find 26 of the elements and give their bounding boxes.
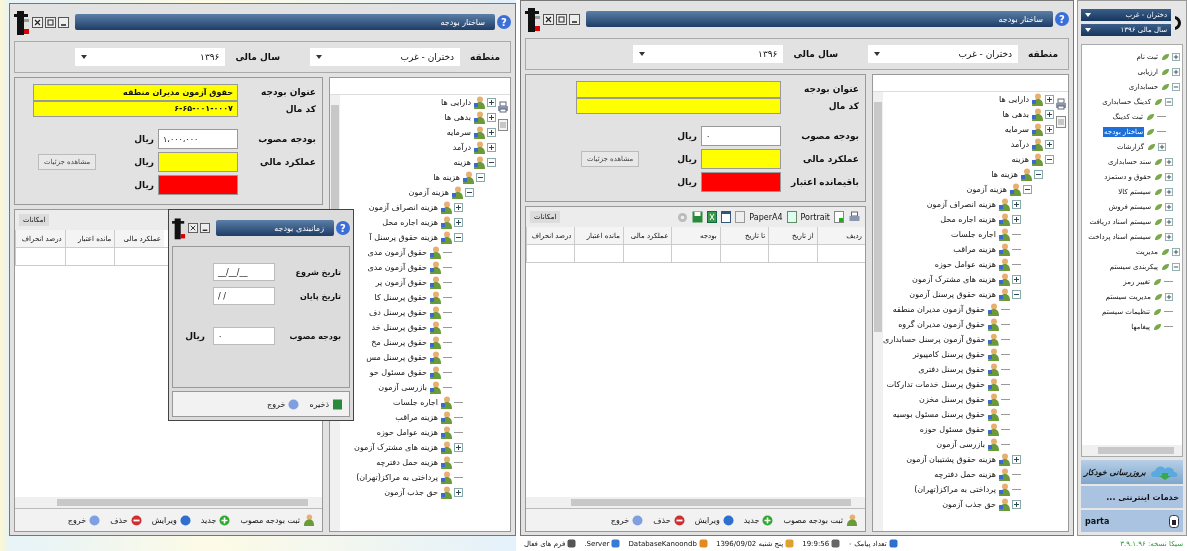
dialog-title: زمانبندی بودجه <box>274 223 324 233</box>
filter-label: منطقه <box>470 52 500 62</box>
field-label: کد مال <box>285 103 316 114</box>
field-label: بودجه مصوب <box>258 134 316 145</box>
field-label: عنوان بودجه <box>804 84 859 95</box>
unit-label: ریال <box>134 134 154 145</box>
field-label: تاریخ پایان <box>299 291 341 301</box>
field-label: عنوان بودجه <box>261 87 316 98</box>
unit-label: ریال <box>134 180 154 190</box>
unit-label: ریال <box>677 154 697 165</box>
field-label: عملکرد مالی <box>803 154 859 165</box>
unit-label: ریال <box>185 331 205 341</box>
unit-label: ریال <box>134 157 154 168</box>
field-label: تاریخ شروع <box>294 267 341 277</box>
filter-label: سال مالی <box>793 49 839 59</box>
window-title: ساختار بودجه <box>998 14 1043 24</box>
field-label: بودجه مصوب <box>801 131 859 142</box>
field-label: عملکرد مالی <box>260 157 316 168</box>
unit-label: ریال <box>677 131 697 142</box>
filter-label: سال مالی <box>235 52 281 62</box>
filter-label: منطقه <box>1028 49 1058 59</box>
field-label: کد مال <box>828 100 859 111</box>
window-title: ساختار بودجه <box>440 17 485 27</box>
field-label: باقیمانده اعتبار <box>791 177 859 187</box>
unit-label: ریال <box>677 177 697 187</box>
field-label: بودجه مصوب <box>288 331 341 341</box>
